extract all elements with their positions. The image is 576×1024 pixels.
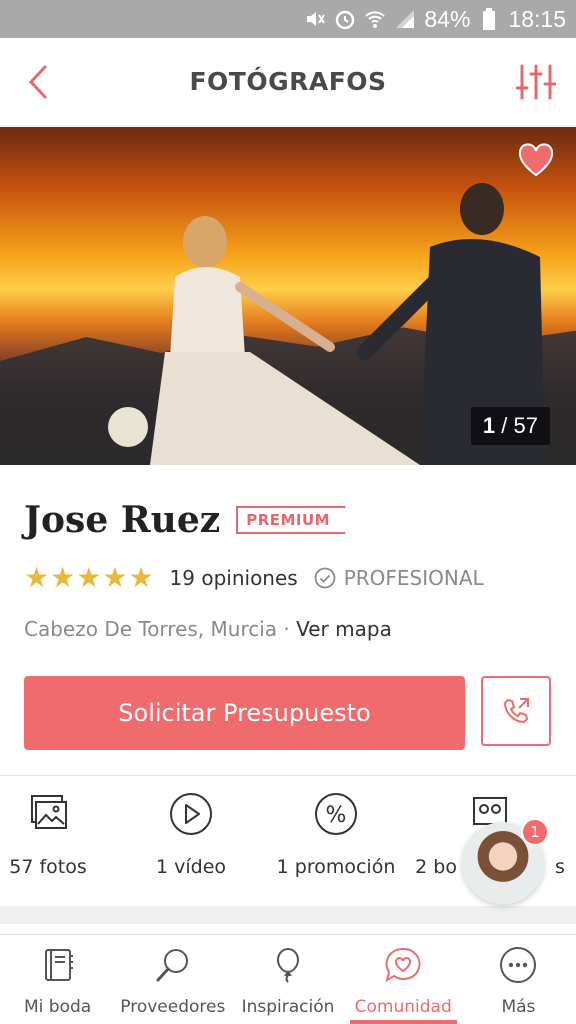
status-bar: 84% 18:15	[0, 0, 576, 38]
star-icon: ★	[102, 561, 128, 594]
professional-label: PROFESIONAL	[343, 566, 484, 590]
check-circle-icon	[314, 567, 336, 589]
nav-proveedores[interactable]: Proveedores	[115, 935, 230, 1024]
back-button[interactable]	[18, 62, 58, 102]
section-divider	[0, 775, 576, 776]
star-icon: ★	[24, 561, 50, 594]
name-row: Jose Ruez PREMIUM	[24, 495, 554, 545]
nav-comunidad-label: Comunidad	[354, 997, 452, 1017]
svg-text:%: %	[326, 803, 347, 828]
map-link[interactable]: Ver mapa	[296, 617, 392, 641]
nav-mi-boda[interactable]: Mi boda	[0, 935, 115, 1024]
nav-mas[interactable]: Más	[461, 935, 576, 1024]
location-text: Cabezo De Torres, Murcia	[24, 617, 278, 641]
opinions-link[interactable]: 19 opiniones	[170, 566, 298, 590]
alarm-icon	[334, 8, 356, 30]
location-separator: ·	[277, 617, 297, 641]
chat-heart-icon	[383, 945, 423, 985]
location-row: Cabezo De Torres, Murcia · Ver mapa	[24, 617, 554, 641]
nav-inspiracion-label: Inspiración	[241, 997, 335, 1017]
call-button[interactable]	[481, 676, 551, 746]
premium-badge: PREMIUM	[236, 506, 347, 534]
star-icon: ★	[76, 561, 102, 594]
sliders-icon	[516, 64, 556, 100]
filters-button[interactable]	[514, 60, 558, 104]
professional-badge: PROFESIONAL	[314, 566, 484, 590]
stat-albums-label-end: s	[554, 856, 565, 878]
counter-current: 1	[482, 413, 496, 438]
more-icon	[498, 945, 538, 985]
rating-row: ★ ★ ★ ★ ★ 19 opiniones PROFESIONAL	[24, 561, 554, 595]
search-icon	[153, 945, 193, 985]
heart-icon	[518, 143, 554, 177]
photo-counter: 1 / 57	[470, 407, 550, 445]
battery-icon	[478, 8, 500, 30]
page-title: FOTÓGRAFOS	[189, 67, 387, 96]
stat-photos[interactable]: 57 fotos	[0, 790, 118, 878]
stat-video-label: 1 vídeo	[155, 856, 227, 878]
play-icon	[167, 790, 215, 838]
mute-icon	[304, 8, 326, 30]
signal-icon	[394, 8, 416, 30]
nav-mas-label: Más	[501, 997, 536, 1017]
section-separator	[0, 906, 576, 924]
notebook-icon	[38, 945, 78, 985]
request-quote-button[interactable]: Solicitar Presupuesto	[24, 676, 465, 750]
favorite-button[interactable]	[518, 143, 554, 177]
chat-notification-badge: 1	[521, 818, 549, 846]
photos-icon	[24, 790, 72, 838]
gallery-hero[interactable]: 1 / 57	[0, 127, 576, 465]
star-icon: ★	[50, 561, 76, 594]
stat-promotion[interactable]: % 1 promoción	[266, 790, 406, 878]
app-header: FOTÓGRAFOS	[0, 38, 576, 126]
stat-albums-label-start: 2 bo	[415, 856, 457, 878]
nav-comunidad[interactable]: Comunidad	[346, 935, 461, 1024]
vendor-name: Jose Ruez	[24, 499, 221, 541]
bottom-nav: Mi boda Proveedores Inspiración Comunida…	[0, 934, 576, 1024]
counter-separator: /	[495, 413, 514, 438]
battery-percent: 84%	[424, 5, 471, 32]
phone-icon	[504, 698, 529, 723]
balloon-icon	[268, 945, 308, 985]
star-rating: ★ ★ ★ ★ ★	[24, 564, 154, 592]
stat-promotion-label: 1 promoción	[276, 856, 396, 878]
chevron-left-icon	[28, 65, 47, 99]
vendor-profile: Jose Ruez PREMIUM ★ ★ ★ ★ ★ 19 opiniones…	[24, 495, 554, 641]
wifi-icon	[364, 8, 386, 30]
counter-total: 57	[513, 413, 538, 438]
star-icon: ★	[128, 561, 154, 594]
nav-proveedores-label: Proveedores	[120, 997, 226, 1017]
stat-video[interactable]: 1 vídeo	[121, 790, 261, 878]
stat-photos-label: 57 fotos	[9, 856, 87, 878]
nav-inspiracion[interactable]: Inspiración	[230, 935, 345, 1024]
percent-icon: %	[312, 790, 360, 838]
nav-mi-boda-label: Mi boda	[24, 997, 92, 1017]
clock: 18:15	[508, 5, 566, 32]
